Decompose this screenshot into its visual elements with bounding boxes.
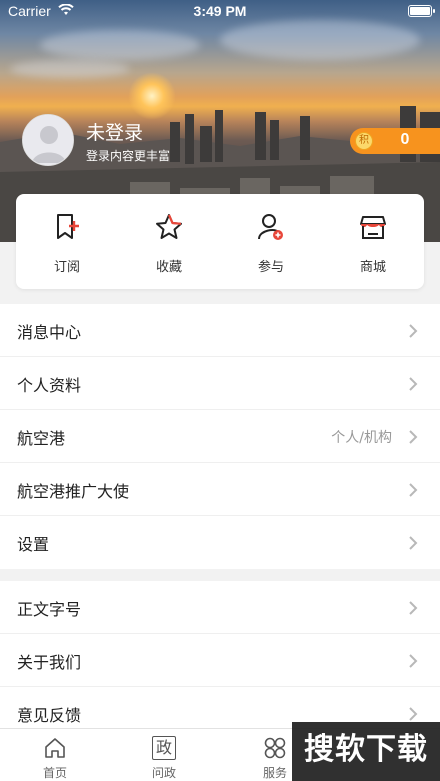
clock: 3:49 PM [193,3,247,19]
subscribe-icon [57,214,79,239]
chevron-right-icon [409,536,418,550]
tab-label: 首页 [42,766,67,780]
gov-icon: 政 [152,736,176,760]
login-hint: 登录内容更丰富 [86,149,171,163]
menu-item-ambassador[interactable]: 航空港推广大使 [0,463,440,516]
action-label: 收藏 [155,260,182,275]
grid-icon [264,737,286,759]
menu-item-profile[interactable]: 个人资料 [0,357,440,410]
status-bar: Carrier 3:49 PM [0,0,440,24]
action-label: 商城 [359,260,386,275]
avatar[interactable] [22,114,74,166]
action-subscribe[interactable]: 订阅 [16,194,118,289]
menu-item-extra: 个人/机构 [331,430,392,446]
menu-item-title: 设置 [17,535,50,554]
menu-item-title: 个人资料 [17,376,82,395]
chevron-right-icon [409,707,418,721]
menu-item-airport[interactable]: 航空港 个人/机构 [0,410,440,463]
chevron-right-icon [409,654,418,668]
chevron-right-icon [409,601,418,615]
menu-item-messages[interactable]: 消息中心 [0,304,440,357]
store-icon [360,216,386,239]
menu-group-account: 消息中心 个人资料 航空港 个人/机构 航空港推广大使 设置 [0,304,440,569]
chevron-right-icon [409,483,418,497]
menu-item-title: 关于我们 [17,653,82,672]
tab-gov[interactable]: 政 问政 [134,729,194,781]
action-label: 参与 [257,260,284,275]
tab-label: 问政 [151,766,176,780]
menu-item-title: 航空港推广大使 [17,482,130,501]
menu-item-title: 消息中心 [17,323,82,342]
menu-item-font-size[interactable]: 正文字号 [0,581,440,634]
action-favorites[interactable]: 收藏 [118,194,220,289]
action-participate[interactable]: 参与 [220,194,322,289]
menu-item-title: 意见反馈 [17,706,82,725]
chevron-right-icon [409,377,418,391]
chevron-right-icon [409,324,418,338]
quick-actions-card: 订阅 收藏 参与 商城 [16,194,424,289]
points-coin-icon: 积 [355,132,373,150]
points-value: 0 [400,131,410,148]
login-status[interactable]: 未登录 [86,118,143,145]
tab-home[interactable]: 首页 [25,729,85,781]
menu-item-title: 正文字号 [17,600,82,619]
action-store[interactable]: 商城 [322,194,424,289]
action-label: 订阅 [53,260,80,275]
watermark-overlay: 搜软下载 [292,722,440,781]
home-icon [45,738,65,758]
menu-group-app: 正文字号 关于我们 意见反馈 [0,581,440,740]
default-avatar-icon [23,115,73,165]
user-add-icon [258,214,283,240]
menu-item-about[interactable]: 关于我们 [0,634,440,687]
menu-item-settings[interactable]: 设置 [0,516,440,569]
menu-item-title: 航空港 [17,429,66,448]
battery-icon [408,5,435,17]
star-icon [156,214,182,239]
points-badge[interactable]: 积 0 [350,128,440,154]
chevron-right-icon [409,430,418,444]
